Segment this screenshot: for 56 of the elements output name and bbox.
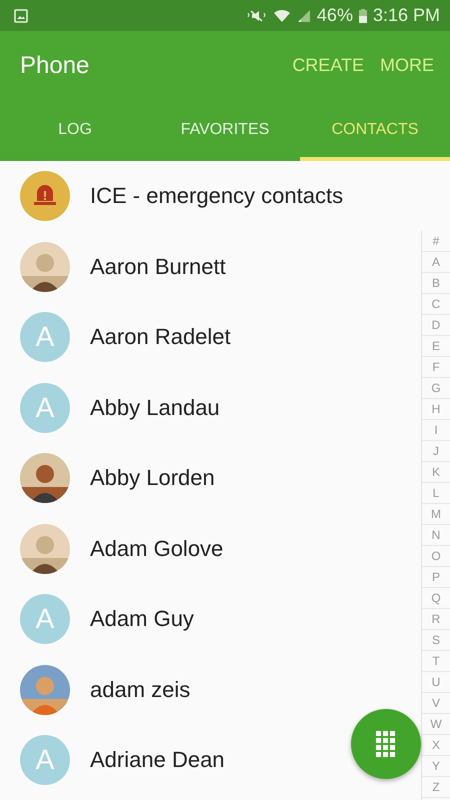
tab[interactable]: FAVORITES [150,100,300,161]
index-letter[interactable]: Z [422,777,450,798]
index-letter[interactable]: P [422,567,450,588]
index-letter[interactable]: W [422,714,450,735]
contact-name[interactable]: Abby Landau [90,394,220,421]
index-letter[interactable]: V [422,693,450,714]
action-button[interactable]: CREATE [290,51,366,80]
contact-name[interactable]: Adam Guy [90,606,194,632]
index-letter[interactable]: M [422,504,450,525]
index-letter[interactable]: N [422,525,450,546]
index-letter[interactable]: H [422,399,450,420]
wifi-icon [272,8,291,22]
index-letter[interactable]: E [422,336,450,357]
letter-avatar: A [20,594,70,644]
index-letter[interactable]: Y [422,756,450,777]
ice-contacts-label[interactable]: ICE - emergency contacts [90,183,344,210]
index-letter[interactable]: U [422,672,450,693]
index-letter[interactable]: C [422,294,450,315]
action-button[interactable]: MORE [378,51,436,80]
index-letter[interactable]: B [422,273,450,294]
index-letter[interactable]: G [422,378,450,399]
contact-name[interactable]: Adriane Dean [90,747,225,774]
contact-name[interactable]: Aaron Radelet [90,324,231,350]
index-letter[interactable]: D [422,315,450,336]
gallery-icon [14,8,28,22]
index-letter[interactable]: Q [422,588,450,609]
clock: 3:16 PM [372,5,440,26]
index-letter[interactable]: # [422,231,450,252]
tab[interactable]: LOG [0,100,150,161]
battery-icon [358,8,367,22]
contact-name[interactable]: Adam Golove [90,536,224,562]
index-letter[interactable]: L [422,483,450,504]
letter-avatar: A [20,382,70,433]
alert-icon [20,171,70,222]
index-letter[interactable]: O [422,546,450,567]
index-letter[interactable]: K [422,462,450,483]
letter-avatar: A [20,735,70,786]
mute-icon [246,8,267,22]
index-letter[interactable]: S [422,630,450,651]
signal-icon [296,8,311,22]
index-letter[interactable]: A [422,252,450,273]
contact-name[interactable]: Aaron Burnett [90,254,226,280]
index-letter[interactable]: J [422,441,450,462]
index-letter[interactable]: T [422,651,450,672]
index-letter[interactable]: F [422,357,450,378]
dialpad-icon [376,731,396,757]
dialpad-button[interactable] [351,709,421,779]
index-letter[interactable]: X [422,735,450,756]
contact-name[interactable]: Abby Lorden [90,465,215,492]
battery-percentage: 46% [316,5,353,26]
tab[interactable]: CONTACTS [300,100,450,161]
index-letter[interactable]: I [422,420,450,441]
app-title: Phone [20,52,90,80]
letter-avatar: A [20,312,70,362]
contact-name[interactable]: adam zeis [90,676,190,703]
index-letter[interactable]: R [422,609,450,630]
